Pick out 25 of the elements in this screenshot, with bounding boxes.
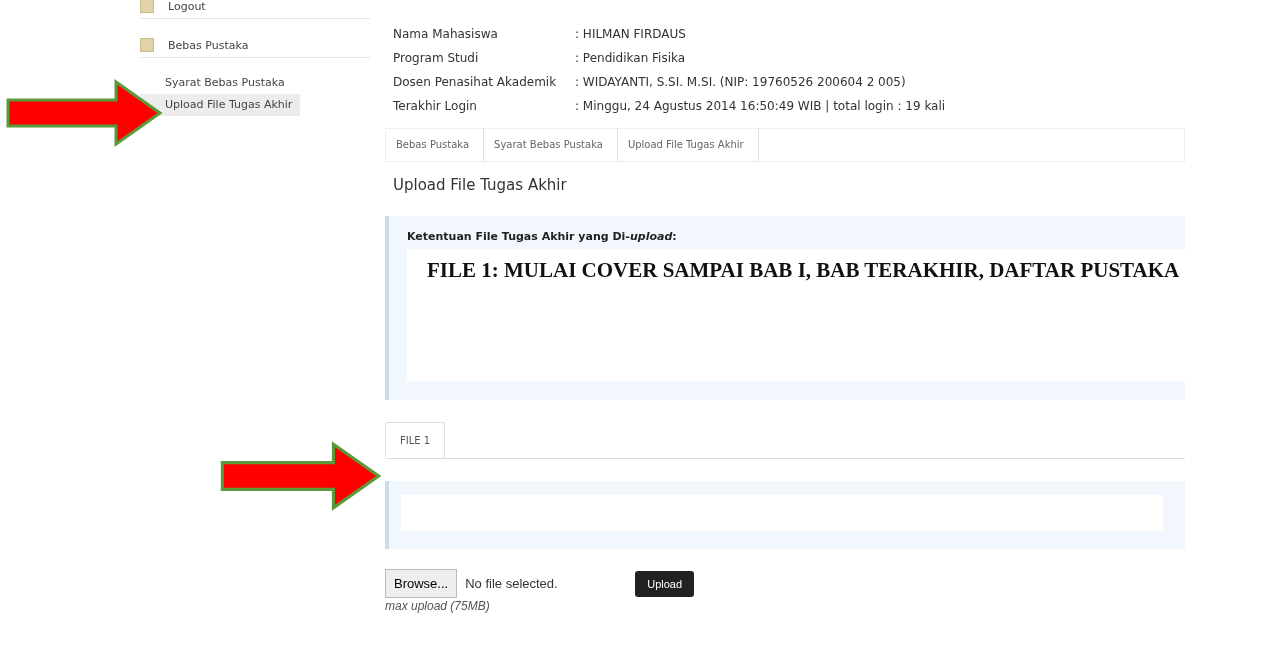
field-value: : Minggu, 24 Agustus 2014 16:50:49 WIB | total login : 19 kali bbox=[575, 99, 946, 113]
field-label: Program Studi bbox=[393, 51, 480, 65]
menu-icon bbox=[140, 0, 154, 13]
sidebar-item[interactable]: Bebas Pustaka bbox=[164, 36, 253, 54]
sidebar-item[interactable]: Upload File Tugas Akhir bbox=[140, 94, 301, 116]
notice-heading: Ketentuan File Tugas Akhir yang Di-upload: bbox=[407, 230, 678, 243]
breadcrumb-link[interactable]: Upload File Tugas Akhir bbox=[617, 129, 759, 161]
field-label: Nama Mahasiswa bbox=[393, 27, 499, 41]
field-value: : HILMAN FIRDAUS bbox=[575, 27, 686, 41]
field-value: : WIDAYANTI, S.SI. M.SI. (NIP: 19760526 200604 2 005) bbox=[575, 75, 906, 89]
sidebar-item[interactable]: Logout bbox=[164, 0, 210, 15]
upload-hint: max upload (75MB) bbox=[385, 599, 491, 613]
field-value: : Pendidikan Fisika bbox=[575, 51, 686, 65]
notice-text: FILE 1: MULAI COVER SAMPAI BAB I, BAB TERAKHIR, DAFTAR PUSTAKA bbox=[427, 257, 1181, 284]
browse-button[interactable]: Browse... bbox=[385, 569, 458, 598]
sidebar-item[interactable]: Syarat Bebas Pustaka bbox=[140, 72, 293, 94]
menu-icon bbox=[140, 38, 154, 52]
page-title: Upload File Tugas Akhir bbox=[393, 176, 568, 194]
upload-button[interactable]: Upload bbox=[635, 570, 695, 597]
field-label: Terakhir Login bbox=[393, 99, 478, 113]
breadcrumb-link[interactable]: Syarat Bebas Pustaka bbox=[484, 129, 618, 161]
file-status: No file selected. bbox=[465, 576, 559, 591]
tab[interactable]: FILE 1 bbox=[385, 422, 446, 458]
field-label: Dosen Penasihat Akademik bbox=[393, 75, 558, 89]
breadcrumb-link[interactable]: Bebas Pustaka bbox=[386, 129, 485, 161]
